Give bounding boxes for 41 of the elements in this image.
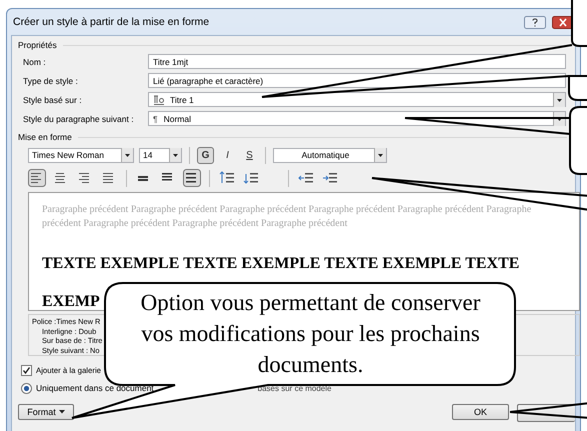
caret-icon: [58, 410, 65, 414]
linked-style-icon: [153, 94, 165, 104]
field-label: Style du paragraphe suivant :: [23, 114, 135, 124]
close-icon[interactable]: [552, 16, 574, 28]
callout-box: [571, 0, 587, 47]
style-dropdown[interactable]: Titre 1: [148, 92, 566, 107]
line-spacing-icon[interactable]: [183, 169, 201, 187]
paragraph-mark: ¶: [153, 114, 158, 124]
dropdown-value: Titre 1: [170, 94, 194, 104]
dropdown-value: 14: [143, 150, 152, 160]
radio-button[interactable]: [21, 382, 32, 394]
input-field[interactable]: Titre 1mjt: [148, 54, 566, 69]
input-field[interactable]: Lié (paragraphe et caractère): [148, 73, 566, 88]
sample-text: EXEMP: [42, 293, 100, 310]
section-heading: Propriétés: [18, 40, 57, 50]
checkbox[interactable]: [21, 364, 32, 376]
size-dropdown[interactable]: 14: [139, 148, 182, 162]
style-dropdown[interactable]: ¶ Normal: [148, 111, 566, 126]
sample-text: TEXTE EXEMPLE TEXTE EXEMPLE TEXTE EXEMPLE TEXTE: [42, 255, 520, 272]
field-label: Nom :: [23, 56, 47, 66]
section-heading: Mise en forme: [18, 132, 72, 142]
dropdown-value: Automatique: [300, 150, 350, 160]
align-left-icon[interactable]: [28, 169, 46, 187]
underline-button[interactable]: S: [241, 146, 258, 164]
bold-button[interactable]: G: [197, 146, 214, 164]
field-label: Style basé sur :: [23, 94, 83, 104]
callout-box: [568, 75, 587, 101]
italic-button[interactable]: I: [219, 146, 236, 164]
window-title: Créer un style à partir de la mise en forme: [13, 16, 210, 28]
dropdown-value: Times New Roman: [32, 150, 104, 160]
field-label: Type de style :: [23, 76, 79, 86]
callout-text: Option vous permettant de conserver vos modifications pour les prochains documents.: [140, 289, 482, 379]
font-dropdown[interactable]: Times New Roman: [28, 148, 134, 162]
callout-box: [569, 106, 587, 175]
format-button[interactable]: Format: [18, 404, 74, 420]
help-icon[interactable]: [524, 16, 546, 28]
dropdown-value: Normal: [164, 114, 191, 124]
color-dropdown[interactable]: Automatique: [273, 148, 387, 162]
preview-text: Paragraphe précédent Paragraphe précédent Paragraphe précédent Paragraphe précédent Paragraphe précédent Paragraphe précédent Paragraphe précédent Paragraphe précédent Paragraphe précédent: [42, 203, 532, 231]
ok-button[interactable]: OK: [452, 404, 509, 420]
radio-label: Uniquement dans ce document: [36, 383, 154, 393]
